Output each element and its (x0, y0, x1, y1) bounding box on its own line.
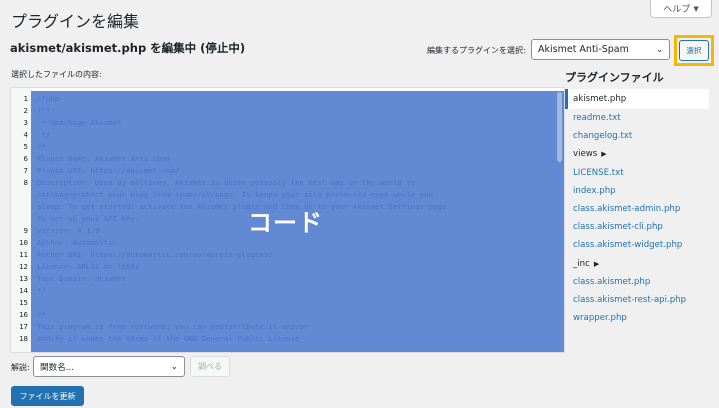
line-number: 4 (23, 130, 28, 139)
plugin-select-label: 編集するプラグインを選択: (427, 46, 526, 55)
line-number: 3 (23, 118, 28, 127)
plugin-select[interactable]: Akismet Anti-Spam ⌄ (531, 39, 670, 60)
file-tree-item[interactable]: class.akismet-admin.php (565, 200, 709, 218)
file-label: readme.txt (573, 113, 621, 124)
line-number (11, 189, 31, 201)
file-tree-folder[interactable]: views ▶ (565, 145, 709, 163)
line-number: 1 (23, 94, 28, 103)
line-number: 10 (19, 238, 28, 247)
file-tree-item[interactable]: class.akismet-rest-api.php (565, 291, 709, 309)
line-number: 16 (19, 310, 28, 319)
line-number: 13 (19, 274, 28, 283)
file-tree-item[interactable]: class.akismet-cli.php (565, 218, 709, 236)
line-number (11, 213, 31, 225)
line-number: 17 (19, 322, 28, 331)
file-tree-item[interactable]: index.php (565, 182, 709, 200)
page-title: プラグインを編集 (11, 12, 140, 31)
caret-right-icon: ▶ (601, 150, 607, 159)
line-number: 5 (23, 142, 28, 151)
file-tree-item[interactable]: wrapper.php (565, 309, 709, 327)
select-button[interactable]: 選択 (679, 40, 709, 61)
documentation-select[interactable]: 関数名... ⌄ (33, 356, 185, 377)
file-label: class.akismet.php (573, 276, 651, 287)
file-tree-folder[interactable]: _inc ▶ (565, 255, 709, 273)
documentation-label: 解説: (11, 363, 30, 372)
file-tree-item[interactable]: changelog.txt (565, 127, 709, 145)
file-label: class.akismet-admin.php (573, 204, 681, 215)
plugin-select-value: Akismet Anti-Spam (538, 44, 629, 55)
file-label: class.akismet-rest-api.php (573, 294, 687, 305)
editor-scrollbar[interactable] (557, 92, 562, 162)
file-content-label: 選択したファイルの内容: (11, 70, 102, 79)
chevron-down-icon: ⌄ (656, 45, 663, 54)
line-number: 18 (19, 334, 28, 343)
line-number: 6 (23, 154, 28, 163)
help-label: ヘルプ (663, 5, 691, 15)
file-tree-item[interactable]: class.akismet.php (565, 273, 709, 291)
line-number: 2 (23, 106, 28, 115)
line-number: 7 (23, 166, 28, 175)
chevron-down-icon: ⌄ (170, 361, 178, 372)
line-number: 15 (19, 298, 28, 307)
file-label: views (573, 149, 598, 160)
file-label: wrapper.php (573, 313, 627, 324)
file-label: _inc (573, 258, 590, 269)
help-tab[interactable]: ヘルプ ▼ (650, 0, 712, 18)
line-number: 14 (19, 286, 28, 295)
line-number: 12 (19, 262, 28, 271)
file-label: LICENSE.txt (573, 167, 624, 178)
line-number: 9 (23, 226, 28, 235)
file-label: index.php (573, 185, 616, 196)
file-tree-item[interactable]: LICENSE.txt (565, 164, 709, 182)
lookup-button[interactable]: 調べる (190, 356, 230, 377)
line-number: 8 (23, 178, 28, 187)
file-tree-item[interactable]: akismet.php (565, 89, 709, 109)
line-number (11, 201, 31, 213)
plugin-files-heading: プラグインファイル (565, 71, 664, 84)
file-label: class.akismet-widget.php (573, 240, 683, 251)
file-label: akismet.php (573, 94, 627, 104)
select-button-highlight: 選択 (674, 35, 714, 66)
file-label: class.akismet-cli.php (573, 222, 663, 233)
file-tree-item[interactable]: class.akismet-widget.php (565, 236, 709, 254)
update-file-button[interactable]: ファイルを更新 (11, 386, 84, 406)
overlay-label: コード (248, 209, 323, 237)
caret-right-icon: ▶ (593, 259, 600, 268)
documentation-select-value: 関数名... (40, 362, 74, 373)
file-tree-item[interactable]: readme.txt (565, 109, 709, 127)
file-label: changelog.txt (573, 131, 633, 142)
line-number: 11 (19, 250, 28, 259)
chevron-down-icon: ▼ (693, 4, 699, 13)
plugin-files-list: akismet.php readme.txt changelog.txt views ▶… (565, 89, 709, 327)
editing-file-heading: akismet/akismet.php を編集中 (停止中) (10, 41, 246, 55)
